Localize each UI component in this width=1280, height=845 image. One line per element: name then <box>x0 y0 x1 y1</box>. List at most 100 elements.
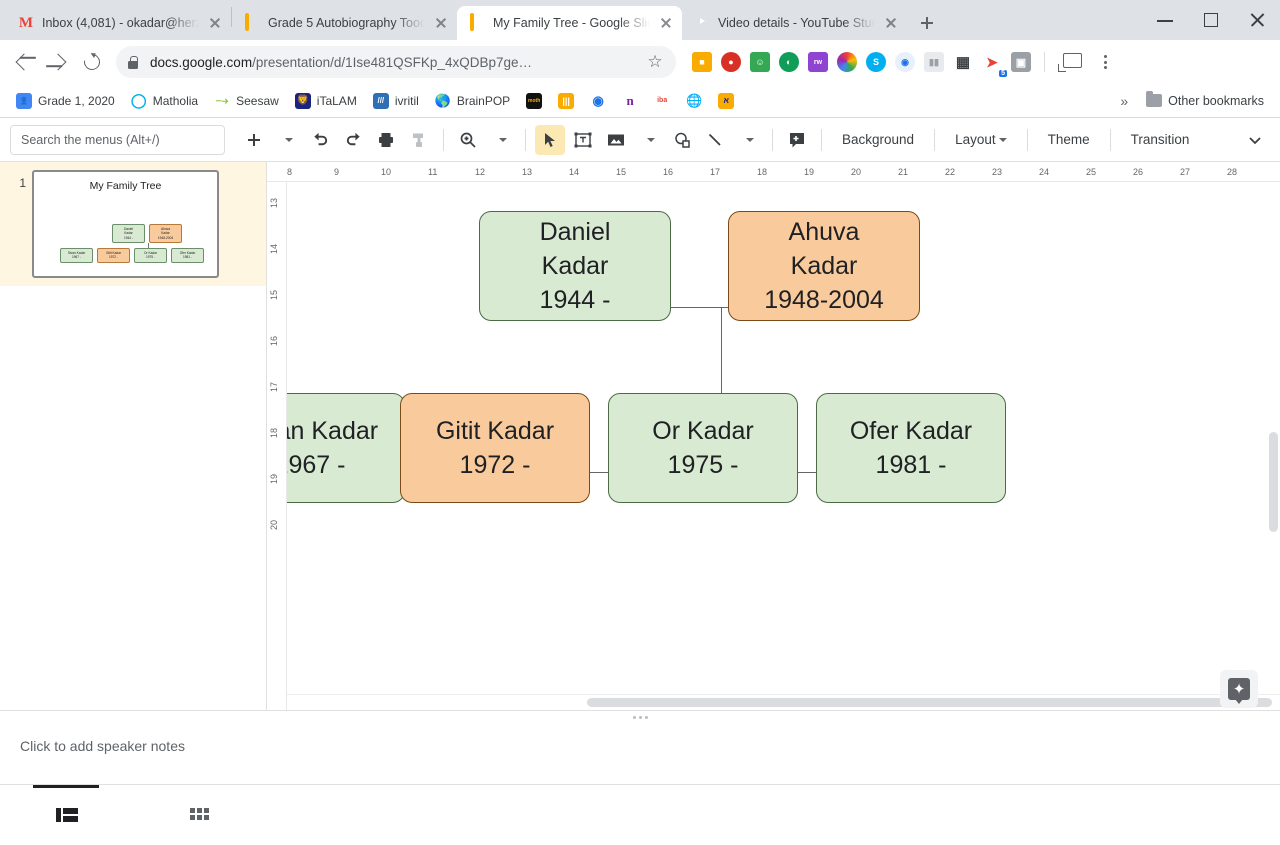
insert-comment-button[interactable] <box>782 125 812 155</box>
line-dropdown[interactable] <box>733 125 763 155</box>
theme-button[interactable]: Theme <box>1037 125 1101 155</box>
horizontal-scrollbar[interactable] <box>287 694 1280 710</box>
bookmark-yellow-bars[interactable]: ||| <box>552 89 580 113</box>
search-menus-input[interactable]: Search the menus (Alt+/) <box>10 125 225 155</box>
maximize-button[interactable] <box>1188 0 1234 40</box>
forward-button[interactable] <box>42 46 74 78</box>
bookmark-ivritil[interactable]: /// ivritil <box>367 89 425 113</box>
filmstrip-view-icon[interactable] <box>52 800 82 830</box>
text-box-button[interactable] <box>568 125 598 155</box>
background-button[interactable]: Background <box>831 125 925 155</box>
collapse-toolbar-button[interactable] <box>1240 125 1270 155</box>
shape-button[interactable] <box>667 125 697 155</box>
reload-button[interactable] <box>76 46 108 78</box>
close-icon[interactable] <box>433 15 449 31</box>
node-name-line2: Kadar <box>791 249 858 283</box>
slide-thumbnail-1[interactable]: My Family Tree Daniel Kadar 1944 - Ahuva… <box>32 170 219 278</box>
bottom-bar: ✦ <box>0 784 1280 844</box>
back-button[interactable] <box>8 46 40 78</box>
green-smiley-extension[interactable]: ☺ <box>750 52 770 72</box>
close-window-button[interactable] <box>1234 0 1280 40</box>
insert-image-dropdown[interactable] <box>634 125 664 155</box>
zoom-button[interactable] <box>453 125 483 155</box>
family-node-gitit-kadar[interactable]: Gitit Kadar 1972 - <box>400 393 590 503</box>
blue-dot-extension[interactable]: ◉ <box>895 52 915 72</box>
skype-extension[interactable]: S <box>866 52 886 72</box>
line-button[interactable] <box>700 125 730 155</box>
color-wheel-extension[interactable] <box>837 52 857 72</box>
address-bar[interactable]: docs.google.com/presentation/d/1Ise481QS… <box>116 46 676 78</box>
kebab-menu-icon[interactable] <box>1091 46 1119 78</box>
slide-canvas[interactable]: Daniel Kadar 1944 - Ahuva Kadar 1948-200… <box>287 182 1280 710</box>
minimize-button[interactable] <box>1142 0 1188 40</box>
grid-apps-extension[interactable]: ▦ <box>953 52 973 72</box>
cast-icon[interactable] <box>1058 52 1082 72</box>
new-slide-dropdown[interactable] <box>272 125 302 155</box>
insert-image-button[interactable] <box>601 125 631 155</box>
browser-tab-1[interactable]: M Inbox (4,081) - okadar@herz <box>6 6 231 40</box>
italam-icon: 🦁 <box>295 93 311 109</box>
node-years: 1948-2004 <box>764 283 884 317</box>
print-button[interactable] <box>371 125 401 155</box>
notification-extension[interactable]: ➤5 <box>982 52 1002 72</box>
family-node-ofer-kadar[interactable]: Ofer Kadar 1981 - <box>816 393 1006 503</box>
bookmark-iba[interactable]: iba <box>648 89 676 113</box>
bookmarks-overflow-button[interactable]: » <box>1112 93 1136 109</box>
select-tool-button[interactable] <box>535 125 565 155</box>
bookmark-moth[interactable]: moth <box>520 89 548 113</box>
close-icon[interactable] <box>658 15 674 31</box>
explore-button[interactable]: ✦ <box>1220 670 1258 708</box>
family-node-sivan-kadar[interactable]: Sivan Kadar 1967 - <box>287 393 405 503</box>
thumbnail-children-row: Sivan Kadar 1967 - Gitit Kadar 1972 - Or… <box>52 248 212 263</box>
ruler-tick: 20 <box>851 167 898 177</box>
bookmark-purple-n[interactable]: n <box>616 89 644 113</box>
slide-filmstrip[interactable]: 1 My Family Tree Daniel Kadar 1944 - Ahu… <box>0 162 267 710</box>
paint-format-button[interactable] <box>404 125 434 155</box>
red-circle-extension[interactable]: ● <box>721 52 741 72</box>
bookmark-grade-1-2020[interactable]: 👤 Grade 1, 2020 <box>10 89 121 113</box>
split-screen-extension[interactable]: ▮▮ <box>924 52 944 72</box>
star-icon[interactable]: ☆ <box>646 53 664 71</box>
horizontal-scrollbar-thumb[interactable] <box>587 698 1272 707</box>
layout-button[interactable]: Layout <box>944 125 1018 155</box>
bookmark-blue-target[interactable]: ◉ <box>584 89 612 113</box>
green-block-extension[interactable]: ◐ <box>779 52 799 72</box>
grid-view-icon[interactable] <box>185 800 215 830</box>
chevron-down-icon <box>999 138 1007 142</box>
slide-surface[interactable]: Daniel Kadar 1944 - Ahuva Kadar 1948-200… <box>287 182 1272 572</box>
purple-puzzle-extension[interactable]: rw <box>808 52 828 72</box>
browser-tab-2[interactable]: Grade 5 Autobiography Tooc <box>232 6 457 40</box>
other-bookmarks-folder[interactable]: Other bookmarks <box>1140 90 1270 112</box>
undo-button[interactable] <box>305 125 335 155</box>
browser-tab-4[interactable]: Video details - YouTube Stuc <box>682 6 907 40</box>
bookmark-italam[interactable]: 🦁 iTaLAM <box>289 89 363 113</box>
vertical-ruler[interactable]: 13 14 15 16 17 18 19 20 <box>267 182 287 710</box>
node-name-line1: Daniel <box>540 215 611 249</box>
close-icon[interactable] <box>883 15 899 31</box>
family-node-or-kadar[interactable]: Or Kadar 1975 - <box>608 393 798 503</box>
bookmark-seesaw[interactable]: ⤍ Seesaw <box>208 89 285 113</box>
transition-button[interactable]: Transition <box>1120 125 1201 155</box>
slide-list-item-1[interactable]: 1 My Family Tree Daniel Kadar 1944 - Ahu… <box>0 162 266 286</box>
seesaw-icon: ⤍ <box>214 93 230 109</box>
ruler-tick: 24 <box>1039 167 1086 177</box>
bookmark-globe[interactable]: 🌐 <box>680 89 708 113</box>
notes-resize-handle[interactable] <box>0 710 1280 724</box>
zoom-dropdown[interactable] <box>486 125 516 155</box>
family-node-daniel-kadar[interactable]: Daniel Kadar 1944 - <box>479 211 671 321</box>
horizontal-ruler[interactable]: 8 9 10 11 12 13 14 15 16 17 18 19 20 21 … <box>267 162 1280 182</box>
speaker-notes-area[interactable]: Click to add speaker notes <box>0 724 1280 784</box>
close-icon[interactable] <box>207 15 223 31</box>
family-node-ahuva-kadar[interactable]: Ahuva Kadar 1948-2004 <box>728 211 920 321</box>
bookmark-matholia[interactable]: ◯ Matholia <box>125 89 204 113</box>
new-slide-button[interactable] <box>239 125 269 155</box>
bookmark-brainpop[interactable]: 🌎 BrainPOP <box>429 89 516 113</box>
google-slides-app: Search the menus (Alt+/) <box>0 118 1280 838</box>
google-classroom-extension[interactable]: ■ <box>692 52 712 72</box>
redo-button[interactable] <box>338 125 368 155</box>
new-tab-button[interactable] <box>913 9 941 37</box>
vertical-scrollbar-thumb[interactable] <box>1269 432 1278 532</box>
bookmark-hebrew-book[interactable]: א <box>712 89 740 113</box>
rainbow-window-extension[interactable]: ▣ <box>1011 52 1031 72</box>
browser-tab-3-active[interactable]: My Family Tree - Google Slid <box>457 6 682 40</box>
